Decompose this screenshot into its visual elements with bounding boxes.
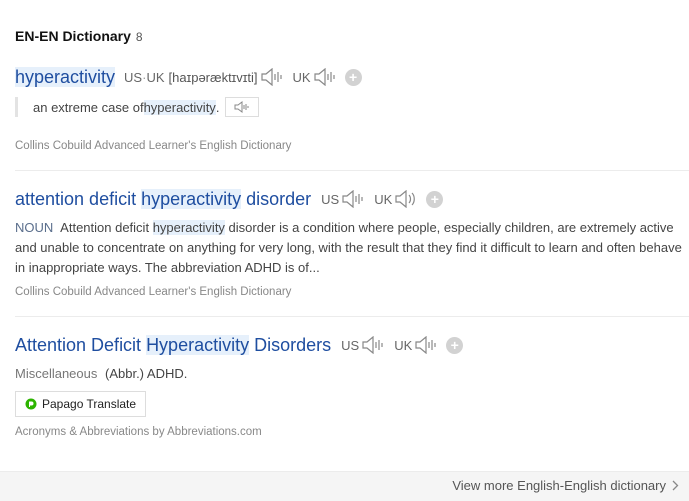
us-label: US — [321, 191, 340, 207]
entry-source: Collins Cobuild Advanced Learner's Engli… — [15, 286, 292, 298]
entry-source: Acronyms & Abbreviations by Abbreviation… — [15, 426, 262, 438]
view-more-label: View more English-English dictionary — [452, 478, 666, 493]
papago-translate-button[interactable]: Papago Translate — [15, 391, 147, 417]
example-speaker-button[interactable] — [225, 97, 260, 117]
divider — [15, 170, 689, 171]
definition: NOUN Attention deficit hyperactivity dis… — [15, 220, 682, 275]
papago-icon — [25, 398, 37, 410]
divider — [15, 316, 689, 317]
add-to-wordbook-icon[interactable]: + — [446, 336, 464, 354]
uk-label: UK — [394, 337, 413, 353]
result-count: 8 — [135, 30, 143, 44]
entry-source: Collins Cobuild Advanced Learner's Engli… — [15, 140, 292, 152]
entry-term-link[interactable]: hyperactivity — [15, 66, 116, 88]
speaker-icon[interactable] — [395, 190, 417, 208]
abbreviation-row: Miscellaneous (Abbr.) ADHD. — [15, 366, 689, 381]
misc-value: (Abbr.) ADHD. — [105, 366, 188, 381]
uk-label: UK — [146, 69, 165, 85]
misc-label: Miscellaneous — [15, 366, 98, 381]
speaker-icon[interactable] — [342, 190, 364, 208]
entry-hyperactivity: hyperactivity US · UK [haɪpəræktɪvɪti] U… — [15, 64, 689, 90]
chevron-right-icon — [672, 480, 679, 491]
speaker-icon[interactable] — [415, 336, 437, 354]
add-to-wordbook-icon[interactable]: + — [344, 68, 362, 86]
entry-adhd: attention deficit hyperactivity disorder… — [15, 186, 689, 278]
part-of-speech: NOUN — [15, 220, 54, 235]
section-title: EN-EN Dictionary — [15, 28, 131, 44]
speaker-icon[interactable] — [260, 68, 283, 86]
speaker-icon[interactable] — [314, 68, 336, 86]
pronunciation: [haɪpəræktɪvɪti] — [168, 69, 258, 85]
example-sentence: an extreme case of hyperactivity. — [15, 97, 260, 117]
us-label: US — [124, 69, 143, 85]
uk-label: UK — [374, 191, 393, 207]
view-more-bar: View more English-English dictionary — [0, 471, 689, 501]
papago-label: Papago Translate — [42, 397, 137, 411]
entry-term-link[interactable]: Attention Deficit Hyperactivity Disorder… — [15, 334, 331, 356]
section-header: EN-EN Dictionary 8 — [15, 28, 143, 44]
entry-term-link[interactable]: attention deficit hyperactivity disorder — [15, 188, 311, 210]
speaker-icon — [234, 101, 249, 113]
view-more-link[interactable]: View more English-English dictionary — [452, 478, 679, 493]
uk-label-2: UK — [292, 69, 311, 85]
speaker-icon[interactable] — [362, 336, 384, 354]
us-label: US — [341, 337, 360, 353]
entry-adhd-disorders: Attention Deficit Hyperactivity Disorder… — [15, 332, 689, 417]
add-to-wordbook-icon[interactable]: + — [426, 190, 444, 208]
